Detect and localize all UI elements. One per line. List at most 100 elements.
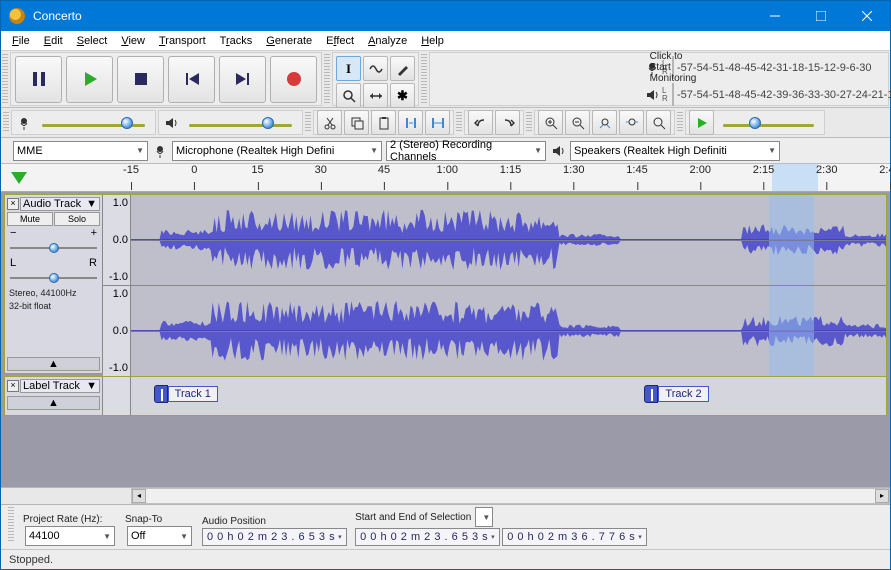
skip-end-button[interactable] (219, 56, 266, 103)
paste-button[interactable] (371, 110, 396, 135)
label-flag-icon[interactable] (154, 385, 168, 403)
silence-button[interactable] (425, 110, 450, 135)
track-collapse-button[interactable]: ▲ (7, 357, 100, 371)
label-flag-icon[interactable] (644, 385, 658, 403)
audio-host-select[interactable]: MME▼ (13, 141, 148, 161)
close-button[interactable] (844, 1, 890, 31)
device-toolbar: MME▼ Microphone (Realtek High Defini▼ 2 … (1, 138, 890, 164)
grip-handle[interactable] (305, 112, 311, 133)
playatspeed-toolbar (685, 110, 825, 135)
cut-button[interactable] (317, 110, 342, 135)
pause-button[interactable] (15, 56, 62, 103)
playback-speed-slider[interactable] (720, 114, 817, 132)
titlebar: Concerto (1, 1, 890, 31)
menu-tracks[interactable]: Tracks (213, 33, 260, 49)
project-rate-label: Project Rate (Hz): (23, 514, 117, 525)
timeshift-tool-button[interactable] (363, 83, 388, 108)
project-rate-select[interactable]: 44100▼ (25, 526, 115, 546)
undo-button[interactable] (468, 110, 493, 135)
recording-channels-select[interactable]: 2 (Stereo) Recording Channels▼ (386, 141, 546, 161)
menu-analyze[interactable]: Analyze (361, 33, 414, 49)
play-at-speed-button[interactable] (689, 110, 714, 135)
ruler-tick: 2:45 (879, 164, 891, 176)
ruler-tick: 45 (378, 164, 390, 176)
waveform-scale: 1.00.0-1.0 (103, 195, 131, 285)
speaker-meter-icon[interactable] (644, 84, 660, 106)
menu-file[interactable]: File (5, 33, 37, 49)
zoom-tool-button[interactable] (336, 83, 361, 108)
stop-button[interactable] (117, 56, 164, 103)
mute-button[interactable]: Mute (7, 212, 53, 226)
track-pan-slider[interactable] (10, 272, 97, 284)
edit-toolbar (313, 110, 454, 135)
label-text[interactable]: Track 2 (658, 386, 708, 402)
audio-position-display[interactable]: 0 0 h 0 2 m 2 3 . 6 5 3 s▾ (202, 528, 347, 546)
horizontal-scrollbar[interactable]: ◂ ▸ (1, 487, 890, 504)
menu-transport[interactable]: Transport (152, 33, 213, 49)
track-info: 32-bit float (7, 300, 100, 312)
draw-tool-button[interactable] (390, 56, 415, 81)
record-button[interactable] (270, 56, 317, 103)
menu-view[interactable]: View (114, 33, 152, 49)
grip-handle[interactable] (456, 112, 462, 133)
grip-handle[interactable] (3, 112, 9, 133)
zoom-toggle-button[interactable] (646, 110, 671, 135)
fit-project-button[interactable] (619, 110, 644, 135)
envelope-tool-button[interactable] (363, 56, 388, 81)
audio-track: × Audio Track▼ Mute Solo −+ LR Stereo, 4… (4, 194, 887, 374)
grip-handle[interactable] (8, 507, 14, 543)
track-close-button[interactable]: × (7, 198, 19, 210)
ruler-tick: 1:15 (500, 164, 521, 176)
recording-volume-slider[interactable] (39, 114, 148, 132)
undo-toolbar (464, 110, 524, 135)
playback-device-select[interactable]: Speakers (Realtek High Definiti▼ (570, 141, 780, 161)
track-gain-slider[interactable] (10, 242, 97, 254)
play-button[interactable] (66, 56, 113, 103)
grip-handle[interactable] (677, 112, 683, 133)
zoom-in-button[interactable] (538, 110, 563, 135)
menu-generate[interactable]: Generate (259, 33, 319, 49)
scroll-left-button[interactable]: ◂ (132, 489, 146, 503)
selection-tool-button[interactable]: I (336, 56, 361, 81)
menu-help[interactable]: Help (414, 33, 451, 49)
label-marker[interactable]: Track 1 (154, 385, 218, 403)
menu-edit[interactable]: Edit (37, 33, 70, 49)
trim-button[interactable] (398, 110, 423, 135)
track-close-button[interactable]: × (7, 380, 19, 392)
playhead-marker-icon[interactable] (11, 172, 27, 184)
copy-button[interactable] (344, 110, 369, 135)
multi-tool-button[interactable]: ✱ (390, 83, 415, 108)
grip-handle[interactable] (2, 54, 8, 104)
record-meter[interactable]: -57-54-51-48-45-42-31-18-15-12-9-6-30 Cl… (672, 56, 674, 79)
snap-to-select[interactable]: Off▼ (127, 526, 192, 546)
track-collapse-button[interactable]: ▲ (7, 396, 100, 410)
label-area[interactable]: Track 1 Track 2 (131, 377, 886, 415)
track-menu-button[interactable]: Label Track▼ (20, 379, 100, 393)
recording-device-select[interactable]: Microphone (Realtek High Defini▼ (172, 141, 382, 161)
grip-handle[interactable] (421, 54, 427, 104)
grip-handle[interactable] (324, 54, 330, 104)
grip-handle[interactable] (526, 112, 532, 133)
lr-label: LR (662, 87, 670, 103)
zoom-out-button[interactable] (565, 110, 590, 135)
selection-start-display[interactable]: 0 0 h 0 2 m 2 3 . 6 5 3 s▾ (355, 528, 500, 546)
menu-effect[interactable]: Effect (319, 33, 361, 49)
waveform-right[interactable] (131, 286, 886, 376)
maximize-button[interactable] (798, 1, 844, 31)
label-marker[interactable]: Track 2 (644, 385, 708, 403)
selection-end-display[interactable]: 0 0 h 0 2 m 3 6 . 7 7 6 s▾ (502, 528, 647, 546)
label-text[interactable]: Track 1 (168, 386, 218, 402)
timeline-ruler[interactable]: -1501530451:001:151:301:452:002:152:302:… (1, 164, 890, 192)
menu-select[interactable]: Select (70, 33, 115, 49)
scroll-right-button[interactable]: ▸ (875, 489, 889, 503)
skip-start-button[interactable] (168, 56, 215, 103)
solo-button[interactable]: Solo (54, 212, 100, 226)
track-menu-button[interactable]: Audio Track▼ (20, 197, 100, 211)
minimize-button[interactable] (752, 1, 798, 31)
waveform-left[interactable] (131, 195, 886, 285)
redo-button[interactable] (495, 110, 520, 135)
fit-selection-button[interactable] (592, 110, 617, 135)
selection-mode-select[interactable]: ▼ (475, 507, 493, 527)
playback-volume-slider[interactable] (186, 114, 295, 132)
playback-meter[interactable]: -57-54-51-48-45-42-39-36-33-30-27-24-21-… (672, 83, 674, 106)
